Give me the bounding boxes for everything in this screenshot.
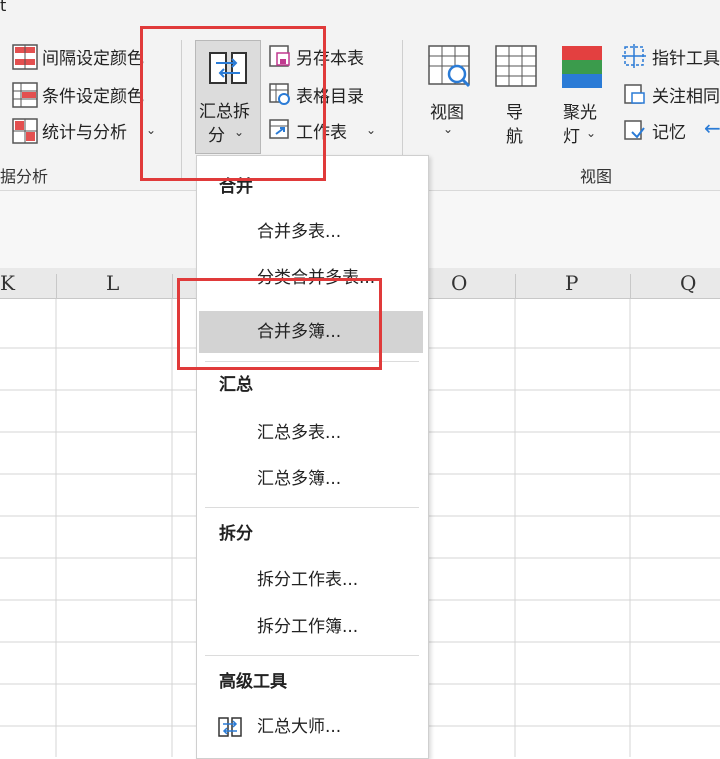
ribbon-label: 间隔设定颜色 — [42, 49, 144, 69]
column-separator[interactable] — [172, 274, 173, 298]
focus-same-icon — [624, 84, 645, 104]
column-header-p[interactable]: P — [565, 268, 578, 298]
menu-separator — [205, 655, 419, 656]
column-separator[interactable] — [630, 274, 631, 298]
spotlight-label-1: 聚光 — [563, 103, 597, 123]
menu-item-merge-sheets[interactable]: 合并多表... — [197, 212, 426, 252]
menu-item-label: 汇总大师... — [257, 717, 342, 737]
spotlight-icon — [562, 46, 602, 88]
menu-section-header-advanced: 高级工具 — [219, 672, 287, 692]
menu-item-label: 拆分工作簿... — [257, 617, 359, 637]
column-header-l[interactable]: L — [106, 268, 119, 298]
menu-item-summary-sheets[interactable]: 汇总多表... — [197, 413, 426, 453]
menu-item-label: 拆分工作表... — [257, 570, 359, 590]
menu-item-label: 汇总多表... — [257, 423, 342, 443]
menu-item-summary-workbooks[interactable]: 汇总多簿... — [197, 459, 426, 499]
merge-split-dropdown-menu: 合并 合并多表... 分类合并多表... 合并多簿... 汇总 汇总多表... … — [196, 155, 429, 759]
menu-item-summary-master[interactable]: 汇总大师... — [197, 707, 426, 747]
navigation-label-2: 航 — [506, 127, 523, 147]
navigation-icon — [495, 45, 537, 87]
ribbon-label: 统计与分析 — [42, 123, 127, 143]
menu-item-label: 合并多表... — [257, 222, 342, 242]
column-separator[interactable] — [56, 274, 57, 298]
menu-section-header-split: 拆分 — [219, 524, 253, 544]
highlight-box-merge-split-button — [140, 26, 326, 181]
pointer-tool-icon — [622, 44, 646, 68]
menu-item-split-worksheet[interactable]: 拆分工作表... — [197, 560, 426, 600]
interval-color-icon — [12, 44, 38, 70]
column-header-o[interactable]: O — [451, 268, 467, 298]
group-label-data-analysis: 据分析 — [0, 167, 49, 186]
ribbon-label: 指针工具 — [652, 49, 720, 69]
ribbon-label: 记忆 — [652, 123, 686, 143]
memory-icon — [624, 120, 645, 140]
spotlight-label-2: 灯 — [563, 127, 580, 147]
chevron-down-icon: ⌄ — [366, 123, 377, 137]
navigation-label-1: 导 — [506, 103, 523, 123]
ribbon-label: 关注相同 — [652, 87, 720, 107]
column-header-k[interactable]: K — [0, 268, 15, 298]
view-label: 视图 — [430, 103, 464, 123]
column-header-q[interactable]: Q — [680, 268, 696, 298]
ribbon-label: 条件设定颜色 — [42, 87, 144, 107]
condition-color-icon — [12, 82, 38, 108]
menu-separator — [205, 507, 419, 508]
stats-analysis-icon — [12, 118, 38, 144]
highlight-box-merge-workbooks — [177, 278, 382, 370]
column-separator[interactable] — [515, 274, 516, 298]
window-title-fragment: t — [0, 0, 7, 15]
chevron-down-icon: ⌄ — [443, 122, 454, 136]
menu-item-label: 汇总多簿... — [257, 469, 342, 489]
group-label-view: 视图 — [580, 167, 613, 186]
menu-section-header-summary: 汇总 — [219, 375, 253, 395]
chevron-down-icon: ⌄ — [586, 126, 597, 140]
view-icon — [428, 45, 471, 88]
summary-master-icon — [218, 717, 242, 737]
back-arrow-icon[interactable]: ← — [704, 116, 720, 140]
menu-item-split-workbook[interactable]: 拆分工作簿... — [197, 607, 426, 647]
